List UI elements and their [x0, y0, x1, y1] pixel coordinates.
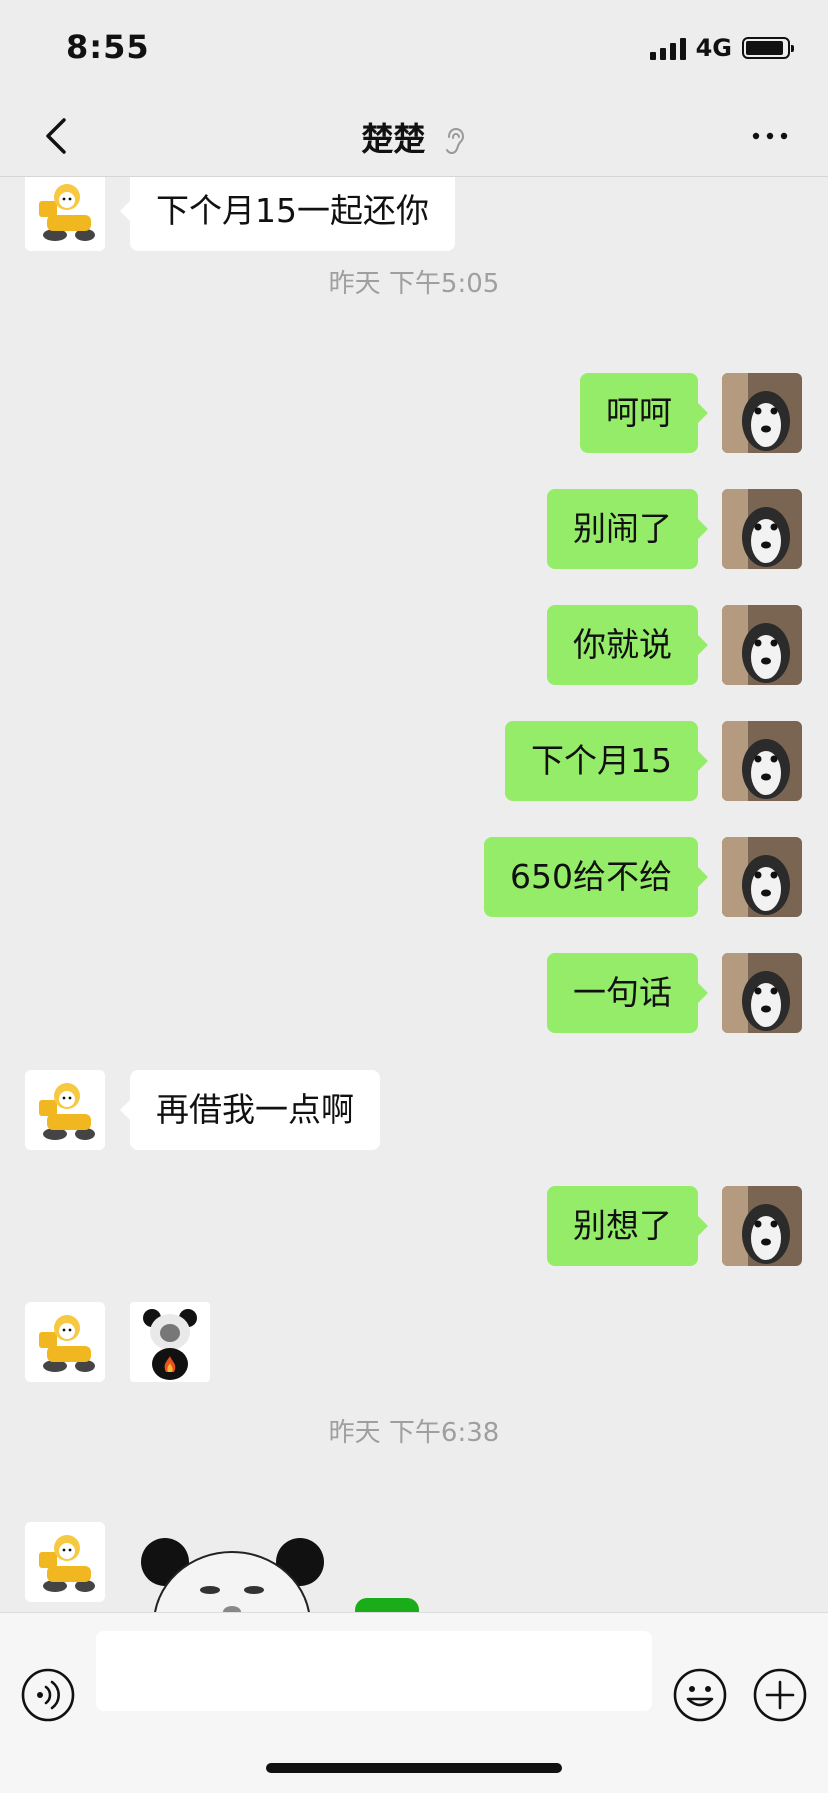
message-input[interactable]	[96, 1631, 652, 1711]
message-bubble[interactable]: 一句话	[547, 953, 708, 1033]
my-avatar[interactable]	[722, 1186, 802, 1266]
message-bubble[interactable]: 下个月15一起还你	[120, 177, 455, 251]
panda-meme-sticker[interactable]	[130, 1302, 210, 1382]
network-type: 4G	[695, 34, 732, 62]
my-avatar[interactable]	[722, 953, 802, 1033]
plus-icon[interactable]	[752, 1667, 808, 1723]
voice-icon[interactable]	[20, 1667, 76, 1723]
timestamp: 昨天 下午6:38	[328, 1418, 500, 1448]
more-dots-icon[interactable]	[750, 126, 790, 146]
my-avatar[interactable]	[722, 837, 802, 917]
status-bar: 8:55 4G	[0, 0, 828, 96]
contact-avatar[interactable]	[25, 177, 105, 251]
my-avatar[interactable]	[722, 721, 802, 801]
my-avatar[interactable]	[722, 489, 802, 569]
my-avatar[interactable]	[722, 373, 802, 453]
chat-title: 楚楚	[361, 120, 426, 158]
message-bubble[interactable]: 再借我一点啊	[120, 1070, 380, 1150]
chat-header: 楚楚	[0, 96, 828, 177]
status-time: 8:55	[66, 28, 150, 66]
message-bubble[interactable]: 别闹了	[547, 489, 708, 569]
message-list[interactable]: 下个月15一起还你 昨天 下午5:05 呵呵 别闹了 你就说 下个月15 650…	[0, 177, 828, 1612]
emoji-icon[interactable]	[672, 1667, 728, 1723]
contact-avatar[interactable]	[25, 1302, 105, 1382]
home-indicator[interactable]	[266, 1763, 562, 1773]
message-bubble[interactable]: 你就说	[547, 605, 708, 685]
contact-avatar[interactable]	[25, 1522, 105, 1602]
timestamp: 昨天 下午5:05	[328, 269, 500, 299]
message-bubble[interactable]: 呵呵	[580, 373, 708, 453]
chat-title-wrap: 楚楚	[0, 114, 828, 160]
message-bubble[interactable]: 下个月15	[505, 721, 708, 801]
ear-icon	[445, 127, 464, 155]
contact-avatar[interactable]	[25, 1070, 105, 1150]
my-avatar[interactable]	[722, 605, 802, 685]
message-bubble[interactable]: 650给不给	[484, 837, 708, 917]
battery-icon	[742, 37, 794, 59]
status-indicators: 4G	[649, 34, 794, 62]
signal-icon	[649, 36, 686, 60]
message-bubble[interactable]: 别想了	[547, 1186, 708, 1266]
panda-meme-sticker-large[interactable]	[130, 1532, 450, 1612]
